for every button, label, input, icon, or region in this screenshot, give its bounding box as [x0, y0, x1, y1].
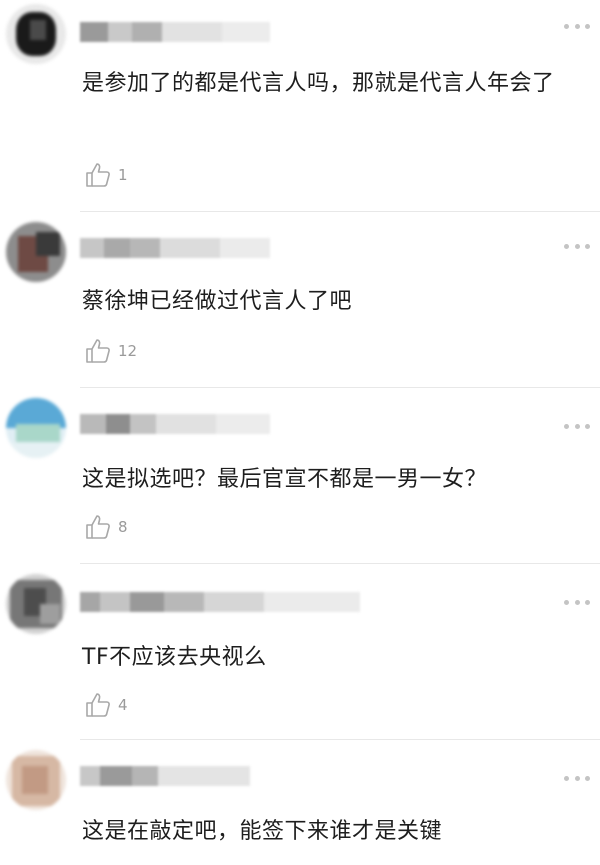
comment-item: 是参加了的都是代言人吗，那就是代言人年会了 1 [0, 0, 600, 212]
more-dots-icon[interactable] [564, 774, 590, 782]
username-blurred[interactable] [80, 762, 250, 790]
username-blurred[interactable] [80, 588, 360, 616]
like-button[interactable]: 8 [84, 512, 128, 542]
comment-text: 这是在敲定吧，能签下来谁才是关键 [82, 819, 443, 844]
avatar[interactable] [6, 222, 66, 282]
thumbs-up-icon [86, 339, 110, 363]
username-blurred[interactable] [80, 18, 270, 46]
username-blurred[interactable] [80, 234, 270, 262]
more-dots-icon[interactable] [564, 242, 590, 250]
like-count: 4 [118, 696, 128, 714]
more-dots-icon[interactable] [564, 422, 590, 430]
thumbs-up-icon [86, 163, 110, 187]
like-button[interactable]: 1 [84, 160, 128, 190]
comment-text: 蔡徐坤已经做过代言人了吧 [82, 289, 353, 314]
comment-item: TF不应该去央视么 4 [0, 564, 600, 740]
like-count: 1 [118, 166, 128, 184]
comment-item: 这是在敲定吧，能签下来谁才是关键 [0, 740, 600, 865]
comment-text: TF不应该去央视么 [82, 645, 267, 670]
more-dots-icon[interactable] [564, 598, 590, 606]
avatar[interactable] [6, 574, 66, 634]
avatar[interactable] [6, 4, 66, 64]
comment-item: 这是拟选吧？最后官宣不都是一男一女？ 8 [0, 388, 600, 564]
more-dots-icon[interactable] [564, 22, 590, 30]
comment-item: 蔡徐坤已经做过代言人了吧 12 [0, 212, 600, 387]
like-button[interactable]: 4 [84, 690, 128, 720]
avatar[interactable] [6, 750, 66, 810]
like-count: 8 [118, 518, 128, 536]
thumbs-up-icon [86, 693, 110, 717]
comment-text: 是参加了的都是代言人吗，那就是代言人年会了 [82, 71, 555, 96]
avatar[interactable] [6, 398, 66, 458]
thumbs-up-icon [86, 515, 110, 539]
like-button[interactable]: 12 [84, 336, 137, 366]
username-blurred[interactable] [80, 410, 270, 438]
comment-text: 这是拟选吧？最后官宣不都是一男一女？ [82, 467, 488, 492]
like-count: 12 [118, 342, 138, 360]
